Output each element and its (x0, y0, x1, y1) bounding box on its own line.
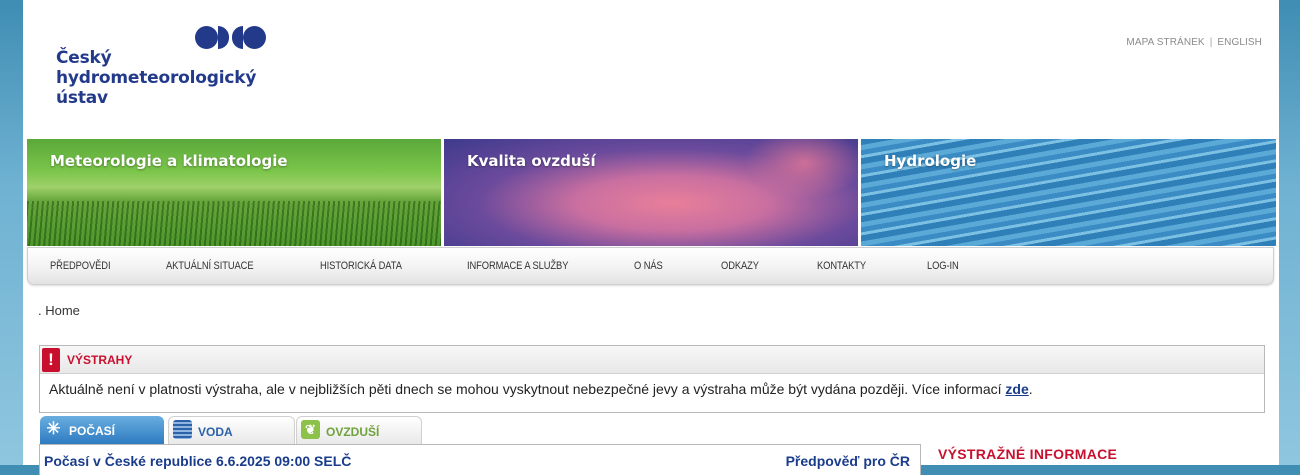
tab-label: OVZDUŠÍ (326, 425, 380, 439)
english-link[interactable]: ENGLISH (1217, 37, 1262, 48)
logo-mark-icon (195, 26, 275, 50)
top-links: MAPA STRÁNEK | ENGLISH (1126, 37, 1262, 48)
top-links-separator: | (1209, 37, 1213, 48)
chmi-logo[interactable]: Český hydrometeorologický ústav (56, 26, 276, 116)
weather-panel: Počasí v České republice 6.6.2025 09:00 … (39, 444, 921, 475)
page-container: Český hydrometeorologický ústav MAPA STR… (23, 0, 1279, 475)
banner-air-quality[interactable]: Kvalita ovzduší (444, 139, 858, 246)
warning-exclamation-icon: ! (42, 348, 60, 372)
forecast-link[interactable]: Předpověď pro ČR (786, 453, 910, 469)
tab-label: VODA (198, 425, 233, 439)
logo-line: Český (56, 48, 112, 68)
nav-item-about[interactable]: O NÁS (634, 260, 663, 272)
tab-air[interactable]: ❦ OVZDUŠÍ (296, 416, 422, 446)
nav-item-links[interactable]: ODKAZY (721, 260, 759, 272)
warnings-header: ! VÝSTRAHY (40, 346, 1264, 374)
main-nav: PŘEDPOVĚDI AKTUÁLNÍ SITUACE HISTORICKÁ D… (27, 247, 1274, 285)
breadcrumb[interactable]: . Home (38, 303, 80, 318)
banner-meteorology[interactable]: Meteorologie a klimatologie (27, 139, 441, 246)
tab-weather[interactable]: ✳ POČASÍ (40, 416, 164, 445)
nav-item-contacts[interactable]: KONTAKTY (817, 260, 866, 272)
leaf-icon: ❦ (301, 420, 320, 439)
warnings-panel: ! VÝSTRAHY Aktuálně není v platnosti výs… (39, 345, 1265, 413)
weather-title: Počasí v České republice 6.6.2025 09:00 … (44, 453, 352, 469)
sitemap-link[interactable]: MAPA STRÁNEK (1126, 37, 1204, 48)
sun-icon: ✳ (46, 419, 61, 438)
nav-item-forecasts[interactable]: PŘEDPOVĚDI (50, 260, 111, 272)
tab-water[interactable]: VODA (168, 416, 295, 446)
water-icon (173, 420, 192, 439)
banner-label: Meteorologie a klimatologie (50, 152, 288, 170)
nav-item-info-services[interactable]: INFORMACE A SLUŽBY (467, 260, 568, 272)
section-banners: Meteorologie a klimatologie Kvalita ovzd… (27, 139, 1276, 246)
warning-info-heading[interactable]: VÝSTRAŽNÉ INFORMACE (938, 446, 1117, 462)
tab-label: POČASÍ (69, 424, 116, 438)
logo-text: Český hydrometeorologický ústav (56, 48, 256, 108)
nav-item-current-situation[interactable]: AKTUÁLNÍ SITUACE (166, 260, 254, 272)
nav-item-historical-data[interactable]: HISTORICKÁ DATA (320, 260, 402, 272)
logo-line: hydrometeorologický (56, 68, 257, 88)
banner-hydrology[interactable]: Hydrologie (861, 139, 1276, 246)
warnings-message: Aktuálně není v platnosti výstraha, ale … (49, 381, 1006, 397)
banner-label: Hydrologie (884, 152, 977, 170)
banner-label: Kvalita ovzduší (467, 152, 596, 170)
logo-line: ústav (56, 88, 108, 108)
warnings-tail: . (1028, 381, 1033, 397)
nav-item-login[interactable]: LOG-IN (927, 260, 959, 272)
warnings-title: VÝSTRAHY (67, 353, 133, 367)
warnings-more-link[interactable]: zde (1005, 381, 1028, 397)
warnings-text: Aktuálně není v platnosti výstraha, ale … (49, 381, 1033, 397)
